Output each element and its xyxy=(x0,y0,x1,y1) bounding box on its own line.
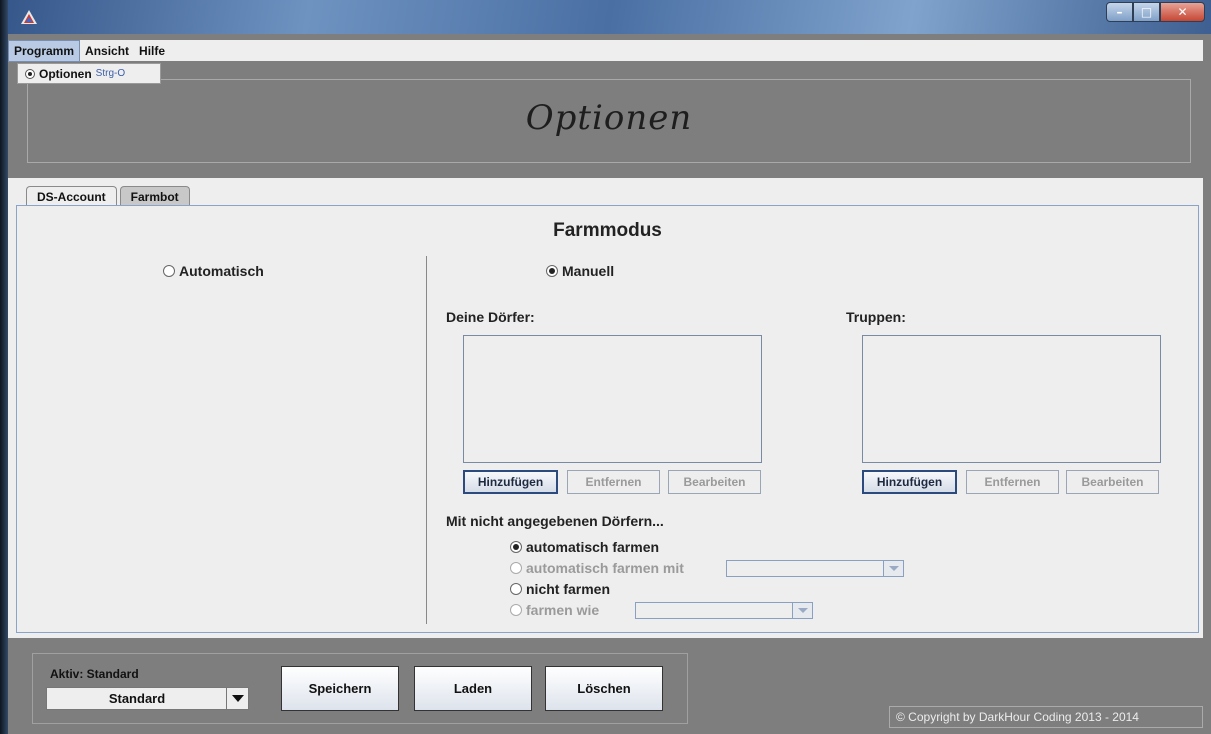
radio-auto-farm[interactable]: automatisch farmen xyxy=(510,539,659,557)
farmbot-panel: Farmmodus Automatisch Manuell Deine Dörf… xyxy=(16,205,1199,633)
radio-farm-like-label: farmen wie xyxy=(526,602,600,618)
profile-select-value: Standard xyxy=(108,691,166,706)
desktop-edge xyxy=(0,0,8,734)
menu-item-shortcut: Strg-O xyxy=(95,68,126,79)
radio-selected-icon xyxy=(510,541,522,553)
troops-add-button[interactable]: Hinzufügen xyxy=(862,470,957,494)
radio-auto-farm-label: automatisch farmen xyxy=(526,539,660,555)
section-title: Farmmodus xyxy=(553,220,662,241)
radio-icon xyxy=(510,562,522,574)
villages-remove-button[interactable]: Entfernen xyxy=(567,470,660,494)
close-icon: ✕ xyxy=(1177,5,1188,19)
delete-button[interactable]: Löschen xyxy=(545,666,663,711)
villages-add-button[interactable]: Hinzufügen xyxy=(463,470,558,494)
profile-panel: Aktiv: Standard Standard Speichern Laden… xyxy=(32,653,688,724)
maximize-icon: □ xyxy=(1140,5,1153,19)
tab-area: DS-Account Farmbot Farmmodus Automatisch… xyxy=(8,178,1203,638)
load-button[interactable]: Laden xyxy=(414,666,532,711)
menu-programm[interactable]: Programm xyxy=(8,39,81,62)
menu-bar: Programm Ansicht Hilfe xyxy=(8,39,1203,62)
farm-like-combo[interactable] xyxy=(635,602,813,619)
menu-hilfe[interactable]: Hilfe xyxy=(134,41,170,61)
radio-selected-icon xyxy=(546,265,558,277)
app-logo-icon xyxy=(21,10,37,24)
troops-remove-button[interactable]: Entfernen xyxy=(966,470,1059,494)
chevron-down-icon xyxy=(883,561,903,576)
troops-edit-button[interactable]: Bearbeiten xyxy=(1066,470,1159,494)
villages-label: Deine Dörfer: xyxy=(446,309,535,325)
minimize-button[interactable]: – xyxy=(1106,2,1133,22)
troops-list[interactable] xyxy=(862,335,1161,463)
close-button[interactable]: ✕ xyxy=(1160,2,1205,22)
radio-auto-farm-with[interactable]: automatisch farmen mit xyxy=(510,560,684,578)
header-panel: Optionen xyxy=(27,79,1191,163)
menu-item-label: Optionen xyxy=(39,66,92,81)
menu-ansicht[interactable]: Ansicht xyxy=(80,41,134,61)
radio-automatisch-label: Automatisch xyxy=(179,263,264,279)
radio-no-farm-label: nicht farmen xyxy=(526,581,611,597)
radio-icon xyxy=(25,68,35,79)
troops-label: Truppen: xyxy=(846,309,906,325)
auto-farm-with-combo[interactable] xyxy=(726,560,904,577)
radio-icon xyxy=(163,265,175,277)
radio-manuell-label: Manuell xyxy=(562,263,615,279)
copyright-notice: © Copyright by DarkHour Coding 2013 - 20… xyxy=(889,706,1203,728)
radio-icon xyxy=(510,604,522,616)
radio-farm-like[interactable]: farmen wie xyxy=(510,602,599,620)
menu-dropdown-optionen[interactable]: Optionen Strg-O xyxy=(17,63,161,84)
radio-auto-farm-with-label: automatisch farmen mit xyxy=(526,560,684,576)
maximize-button[interactable]: □ xyxy=(1133,2,1160,22)
title-bar[interactable]: – □ ✕ xyxy=(8,0,1211,34)
chevron-down-icon xyxy=(226,688,248,709)
page-title: Optionen xyxy=(525,98,693,138)
save-button[interactable]: Speichern xyxy=(281,666,399,711)
radio-manuell[interactable]: Manuell xyxy=(546,263,614,281)
profile-select[interactable]: Standard xyxy=(46,687,249,710)
unspecified-villages-label: Mit nicht angegebenen Dörfern... xyxy=(446,513,664,529)
villages-edit-button[interactable]: Bearbeiten xyxy=(668,470,761,494)
tab-ds-account[interactable]: DS-Account xyxy=(26,186,117,207)
vertical-divider xyxy=(426,256,427,624)
villages-list[interactable] xyxy=(463,335,762,463)
window-controls: – □ ✕ xyxy=(1106,2,1205,22)
tab-farmbot[interactable]: Farmbot xyxy=(119,186,190,207)
chevron-down-icon xyxy=(792,603,812,618)
active-profile-label: Aktiv: Standard xyxy=(50,667,139,681)
radio-icon xyxy=(510,583,522,595)
minimize-icon: – xyxy=(1116,5,1123,19)
radio-no-farm[interactable]: nicht farmen xyxy=(510,581,610,599)
tab-bar: DS-Account Farmbot xyxy=(26,186,193,207)
radio-automatisch[interactable]: Automatisch xyxy=(163,263,264,281)
